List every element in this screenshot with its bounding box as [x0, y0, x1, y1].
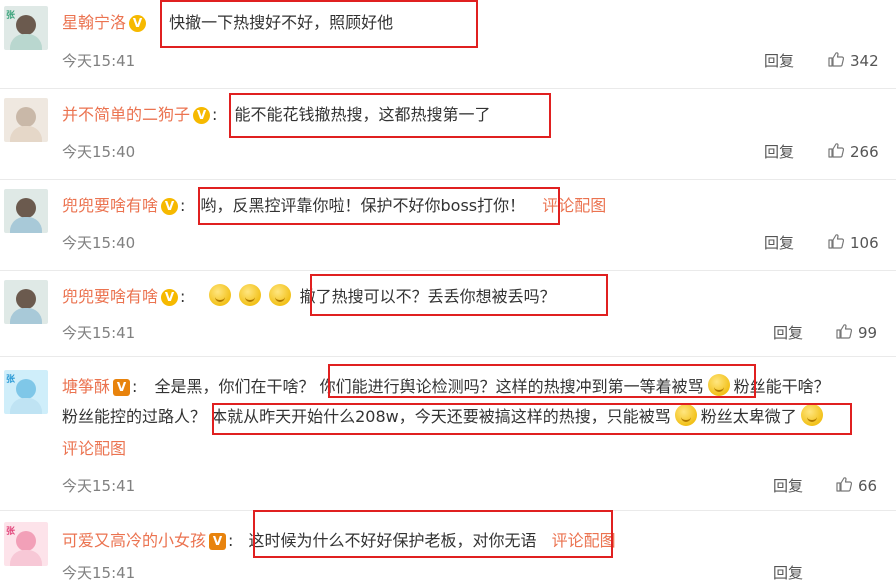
like-count: 266: [850, 143, 879, 161]
reply-button[interactable]: 回复: [773, 562, 803, 583]
username[interactable]: 并不简单的二狗子: [62, 105, 190, 124]
username[interactable]: 塘筝酥: [62, 377, 110, 396]
highlight-box: [160, 0, 478, 48]
highlight-box: [310, 274, 608, 316]
comment-item: 并不简单的二狗子 V: 能不能花钱撤热搜，这都热搜第一了 今天15:40 回复 2…: [0, 88, 896, 180]
verified-badge-icon: V: [161, 198, 179, 215]
like-button[interactable]: 342: [828, 52, 879, 70]
avatar[interactable]: 张: [4, 370, 48, 414]
comment-image-link[interactable]: 评论配图: [62, 439, 126, 458]
highlight-box: [253, 510, 613, 558]
like-count: 106: [850, 234, 879, 252]
reply-button[interactable]: 回复: [773, 475, 803, 496]
smile-emoji-icon: [268, 284, 291, 306]
highlight-box: [198, 187, 560, 225]
highlight-box: [229, 93, 551, 138]
thumb-up-icon: [828, 52, 844, 67]
like-button[interactable]: 106: [828, 234, 879, 252]
comment-item: 张 可爱又高冷的小女孩 V: 这时候为什么不好好保护老板，对你无语 评论配图 今天…: [0, 510, 896, 582]
verified-badge-icon: V: [129, 15, 147, 32]
thumb-up-icon: [836, 324, 852, 339]
verified-badge-icon: V: [161, 289, 179, 306]
verified-badge-icon: V: [113, 379, 131, 396]
avatar[interactable]: [4, 280, 48, 324]
comment-item: 张 星翰宁洛 V 快撤一下热搜好不好，照顾好他 今天15:41 回复 342: [0, 0, 896, 89]
reply-button[interactable]: 回复: [764, 141, 794, 162]
username[interactable]: 兜兜要啥有啥: [62, 196, 158, 215]
like-count: 66: [858, 477, 878, 495]
comment-item: 兜兜要啥有啥 V: 撤了热搜可以不？丢丢你想被丢吗？ 今天15:41 回复 99: [0, 270, 896, 357]
timestamp: 今天15:40: [62, 143, 136, 161]
verified-badge-icon: V: [209, 533, 227, 550]
username[interactable]: 兜兜要啥有啥: [62, 287, 158, 306]
timestamp: 今天15:41: [62, 564, 136, 582]
like-button[interactable]: 66: [836, 477, 877, 495]
comment-item: 兜兜要啥有啥 V: 哟，反黑控评靠你啦！保护不好你boss打你！ 评论配图 今天1…: [0, 179, 896, 271]
avatar[interactable]: [4, 98, 48, 142]
comment-text: 全是黑，你们在干啥？: [154, 377, 315, 396]
highlight-box: [212, 403, 852, 435]
comment-item: 张 塘筝酥 V: 全是黑，你们在干啥？ 你们能进行舆论检测吗？这样的热搜冲到第一等…: [0, 356, 896, 511]
thumb-up-icon: [836, 477, 852, 492]
timestamp: 今天15:40: [62, 234, 136, 252]
like-button[interactable]: 266: [828, 143, 879, 161]
username[interactable]: 可爱又高冷的小女孩: [62, 531, 206, 550]
like-button[interactable]: 99: [836, 324, 877, 342]
avatar[interactable]: [4, 189, 48, 233]
verified-badge-icon: V: [193, 107, 211, 124]
reply-button[interactable]: 回复: [764, 50, 794, 71]
avatar[interactable]: 张: [4, 6, 48, 50]
username[interactable]: 星翰宁洛: [62, 13, 126, 32]
reply-button[interactable]: 回复: [773, 322, 803, 343]
like-count: 342: [850, 52, 879, 70]
highlight-box: [328, 364, 756, 398]
avatar[interactable]: 张: [4, 522, 48, 566]
reply-button[interactable]: 回复: [764, 232, 794, 253]
timestamp: 今天15:41: [62, 324, 136, 342]
comment-text: 粉丝能控的过路人？: [62, 407, 207, 426]
thumb-up-icon: [828, 143, 844, 158]
smile-emoji-icon: [238, 284, 261, 306]
timestamp: 今天15:41: [62, 477, 136, 495]
timestamp: 今天15:41: [62, 52, 136, 70]
thumb-up-icon: [828, 234, 844, 249]
smile-emoji-icon: [208, 284, 231, 306]
like-count: 99: [858, 324, 878, 342]
